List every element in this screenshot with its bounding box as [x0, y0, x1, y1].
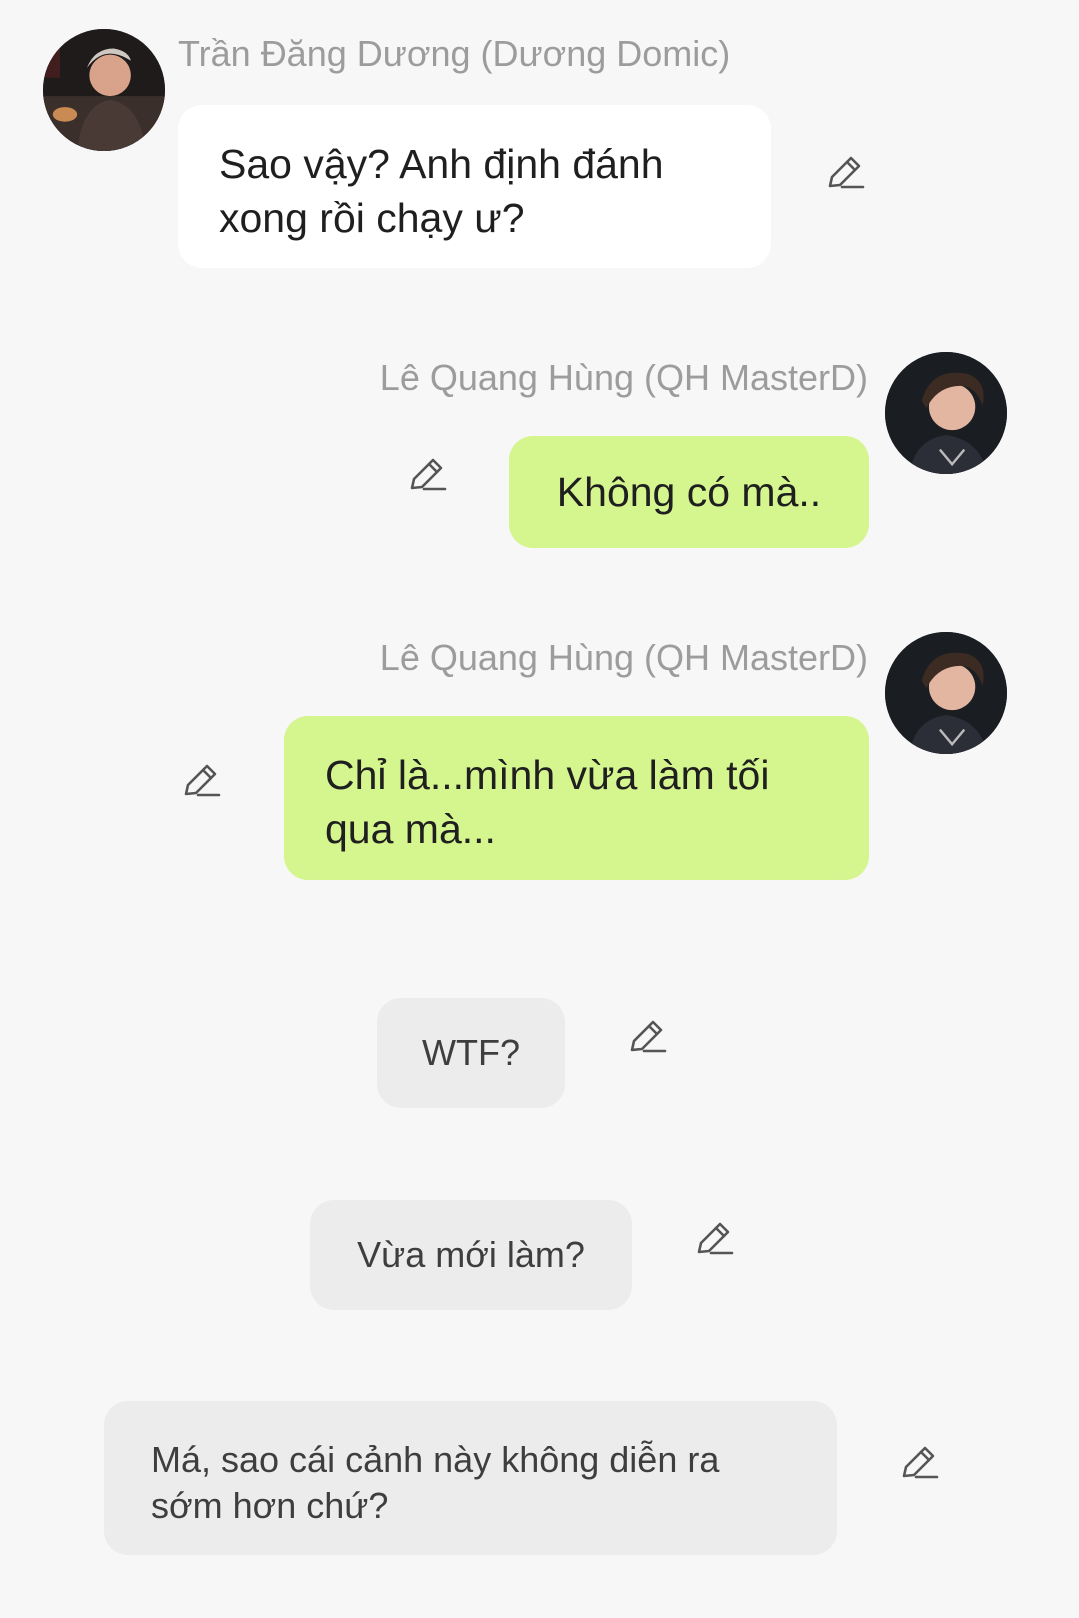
message-bubble-narration[interactable]: WTF? [377, 998, 565, 1108]
message-bubble-narration[interactable]: Má, sao cái cảnh này không diễn ra sớm h… [104, 1401, 837, 1555]
message-text: Sao vậy? Anh định đánh xong rồi chạy ư? [219, 141, 664, 241]
message-bubble-narration[interactable]: Vừa mới làm? [310, 1200, 632, 1310]
message-bubble-incoming[interactable]: Sao vậy? Anh định đánh xong rồi chạy ư? [178, 105, 771, 268]
avatar-qh-masterd[interactable] [885, 352, 1007, 474]
sender-name: Lê Quang Hùng (QH MasterD) [379, 357, 868, 398]
message-text: Chỉ là...mình vừa làm tối qua mà... [325, 752, 770, 852]
message-text: Vừa mới làm? [357, 1234, 585, 1275]
pencil-icon[interactable] [823, 150, 867, 194]
pencil-icon[interactable] [179, 758, 223, 802]
sender-name: Lê Quang Hùng (QH MasterD) [379, 637, 868, 678]
message-text: Không có mà.. [556, 469, 822, 515]
message-text: WTF? [422, 1032, 520, 1073]
pencil-icon[interactable] [405, 452, 449, 496]
pencil-icon[interactable] [692, 1216, 736, 1260]
avatar-duong-domic[interactable] [43, 29, 165, 151]
message-text: Má, sao cái cảnh này không diễn ra sớm h… [151, 1439, 720, 1526]
pencil-icon[interactable] [625, 1014, 669, 1058]
sender-name: Trần Đăng Dương (Dương Domic) [178, 33, 731, 74]
message-bubble-outgoing[interactable]: Chỉ là...mình vừa làm tối qua mà... [284, 716, 869, 880]
pencil-icon[interactable] [897, 1440, 941, 1484]
message-bubble-outgoing[interactable]: Không có mà.. [509, 436, 869, 548]
avatar-qh-masterd[interactable] [885, 632, 1007, 754]
